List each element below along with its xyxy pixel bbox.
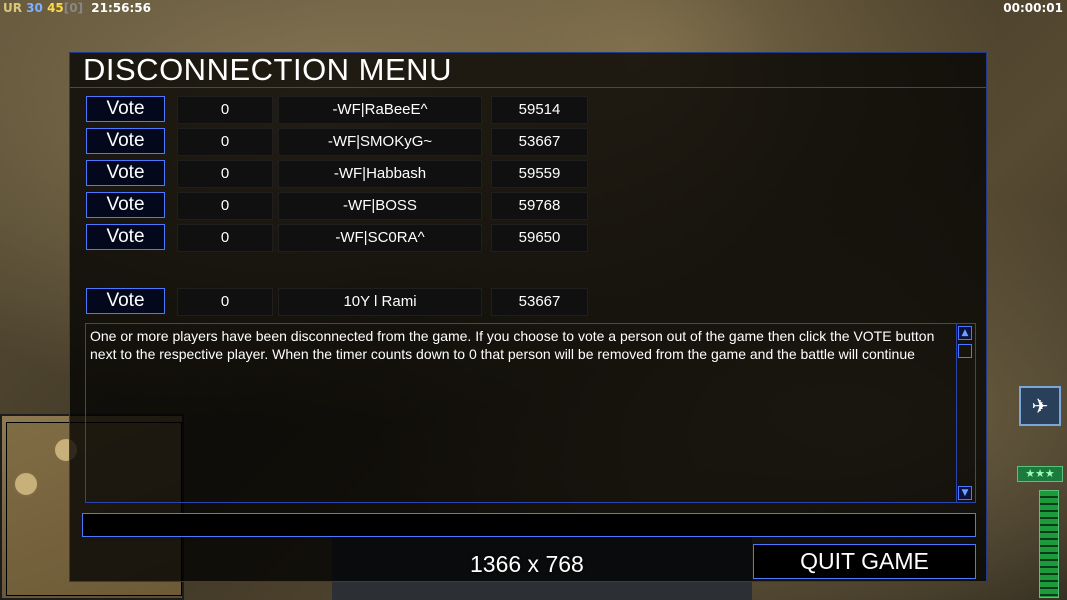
disconnect-message: One or more players have been disconnect… — [90, 328, 935, 362]
chat-input[interactable] — [82, 513, 976, 537]
player-ping: 59514 — [491, 96, 588, 124]
player-ping: 59768 — [491, 192, 588, 220]
message-box: One or more players have been disconnect… — [85, 323, 976, 503]
vote-button[interactable]: Vote — [86, 224, 165, 250]
scroll-thumb[interactable] — [958, 344, 972, 358]
player-row: Vote 0 -WF|SMOKyG~ 53667 — [86, 128, 590, 156]
player-name: -WF|SC0RA^ — [278, 224, 482, 252]
vote-button[interactable]: Vote — [86, 192, 165, 218]
vote-count: 0 — [177, 288, 273, 316]
vote-count: 0 — [177, 160, 273, 188]
vote-count: 0 — [177, 128, 273, 156]
command-sidebar: ✈ ★★★ — [1015, 386, 1067, 600]
dialog-title-bar: DISCONNECTION MENU — [70, 53, 986, 88]
player-stats: UR 30 45[0] 21:56:56 — [3, 1, 151, 15]
stat-value-2: 45 — [47, 1, 64, 15]
power-meter — [1039, 490, 1059, 598]
rank-stars: ★★★ — [1017, 466, 1063, 482]
stat-value-3: [0] — [63, 1, 84, 15]
disconnection-dialog: DISCONNECTION MENU Vote 0 -WF|RaBeeE^ 59… — [69, 52, 987, 582]
quit-game-button[interactable]: QUIT GAME — [753, 544, 976, 579]
faction-label: UR — [3, 1, 22, 15]
stat-value-1: 30 — [26, 1, 43, 15]
vote-button[interactable]: Vote — [86, 128, 165, 154]
self-player-row: Vote 0 10Y l Rami 53667 — [86, 288, 590, 316]
vote-count: 0 — [177, 192, 273, 220]
vote-count: 0 — [177, 96, 273, 124]
vote-count: 0 — [177, 224, 273, 252]
dialog-title: DISCONNECTION MENU — [83, 52, 452, 87]
player-name: -WF|BOSS — [278, 192, 482, 220]
player-name: -WF|Habbash — [278, 160, 482, 188]
player-ping: 53667 — [491, 288, 588, 316]
player-row: Vote 0 -WF|SC0RA^ 59650 — [86, 224, 590, 252]
top-hud: UR 30 45[0] 21:56:56 00:00:01 — [0, 0, 1067, 18]
resolution-overlay: 1366 x 768 — [470, 551, 584, 577]
vote-button[interactable]: Vote — [86, 96, 165, 122]
player-ping: 59559 — [491, 160, 588, 188]
player-name: -WF|RaBeeE^ — [278, 96, 482, 124]
general-powers-icon[interactable]: ✈ — [1019, 386, 1061, 426]
player-ping: 53667 — [491, 128, 588, 156]
player-ping: 59650 — [491, 224, 588, 252]
system-clock: 21:56:56 — [91, 1, 151, 15]
player-name: 10Y l Rami — [278, 288, 482, 316]
message-scrollbar[interactable]: ▲ ▼ — [956, 324, 975, 502]
scroll-down-icon[interactable]: ▼ — [958, 486, 972, 500]
player-name: -WF|SMOKyG~ — [278, 128, 482, 156]
minimap-marker — [13, 471, 39, 497]
vote-button[interactable]: Vote — [86, 288, 165, 314]
player-row: Vote 0 -WF|RaBeeE^ 59514 — [86, 96, 590, 124]
game-timer: 00:00:01 — [1003, 1, 1063, 15]
player-row: Vote 0 -WF|BOSS 59768 — [86, 192, 590, 220]
vote-button[interactable]: Vote — [86, 160, 165, 186]
scroll-up-icon[interactable]: ▲ — [958, 326, 972, 340]
player-row: Vote 0 -WF|Habbash 59559 — [86, 160, 590, 188]
